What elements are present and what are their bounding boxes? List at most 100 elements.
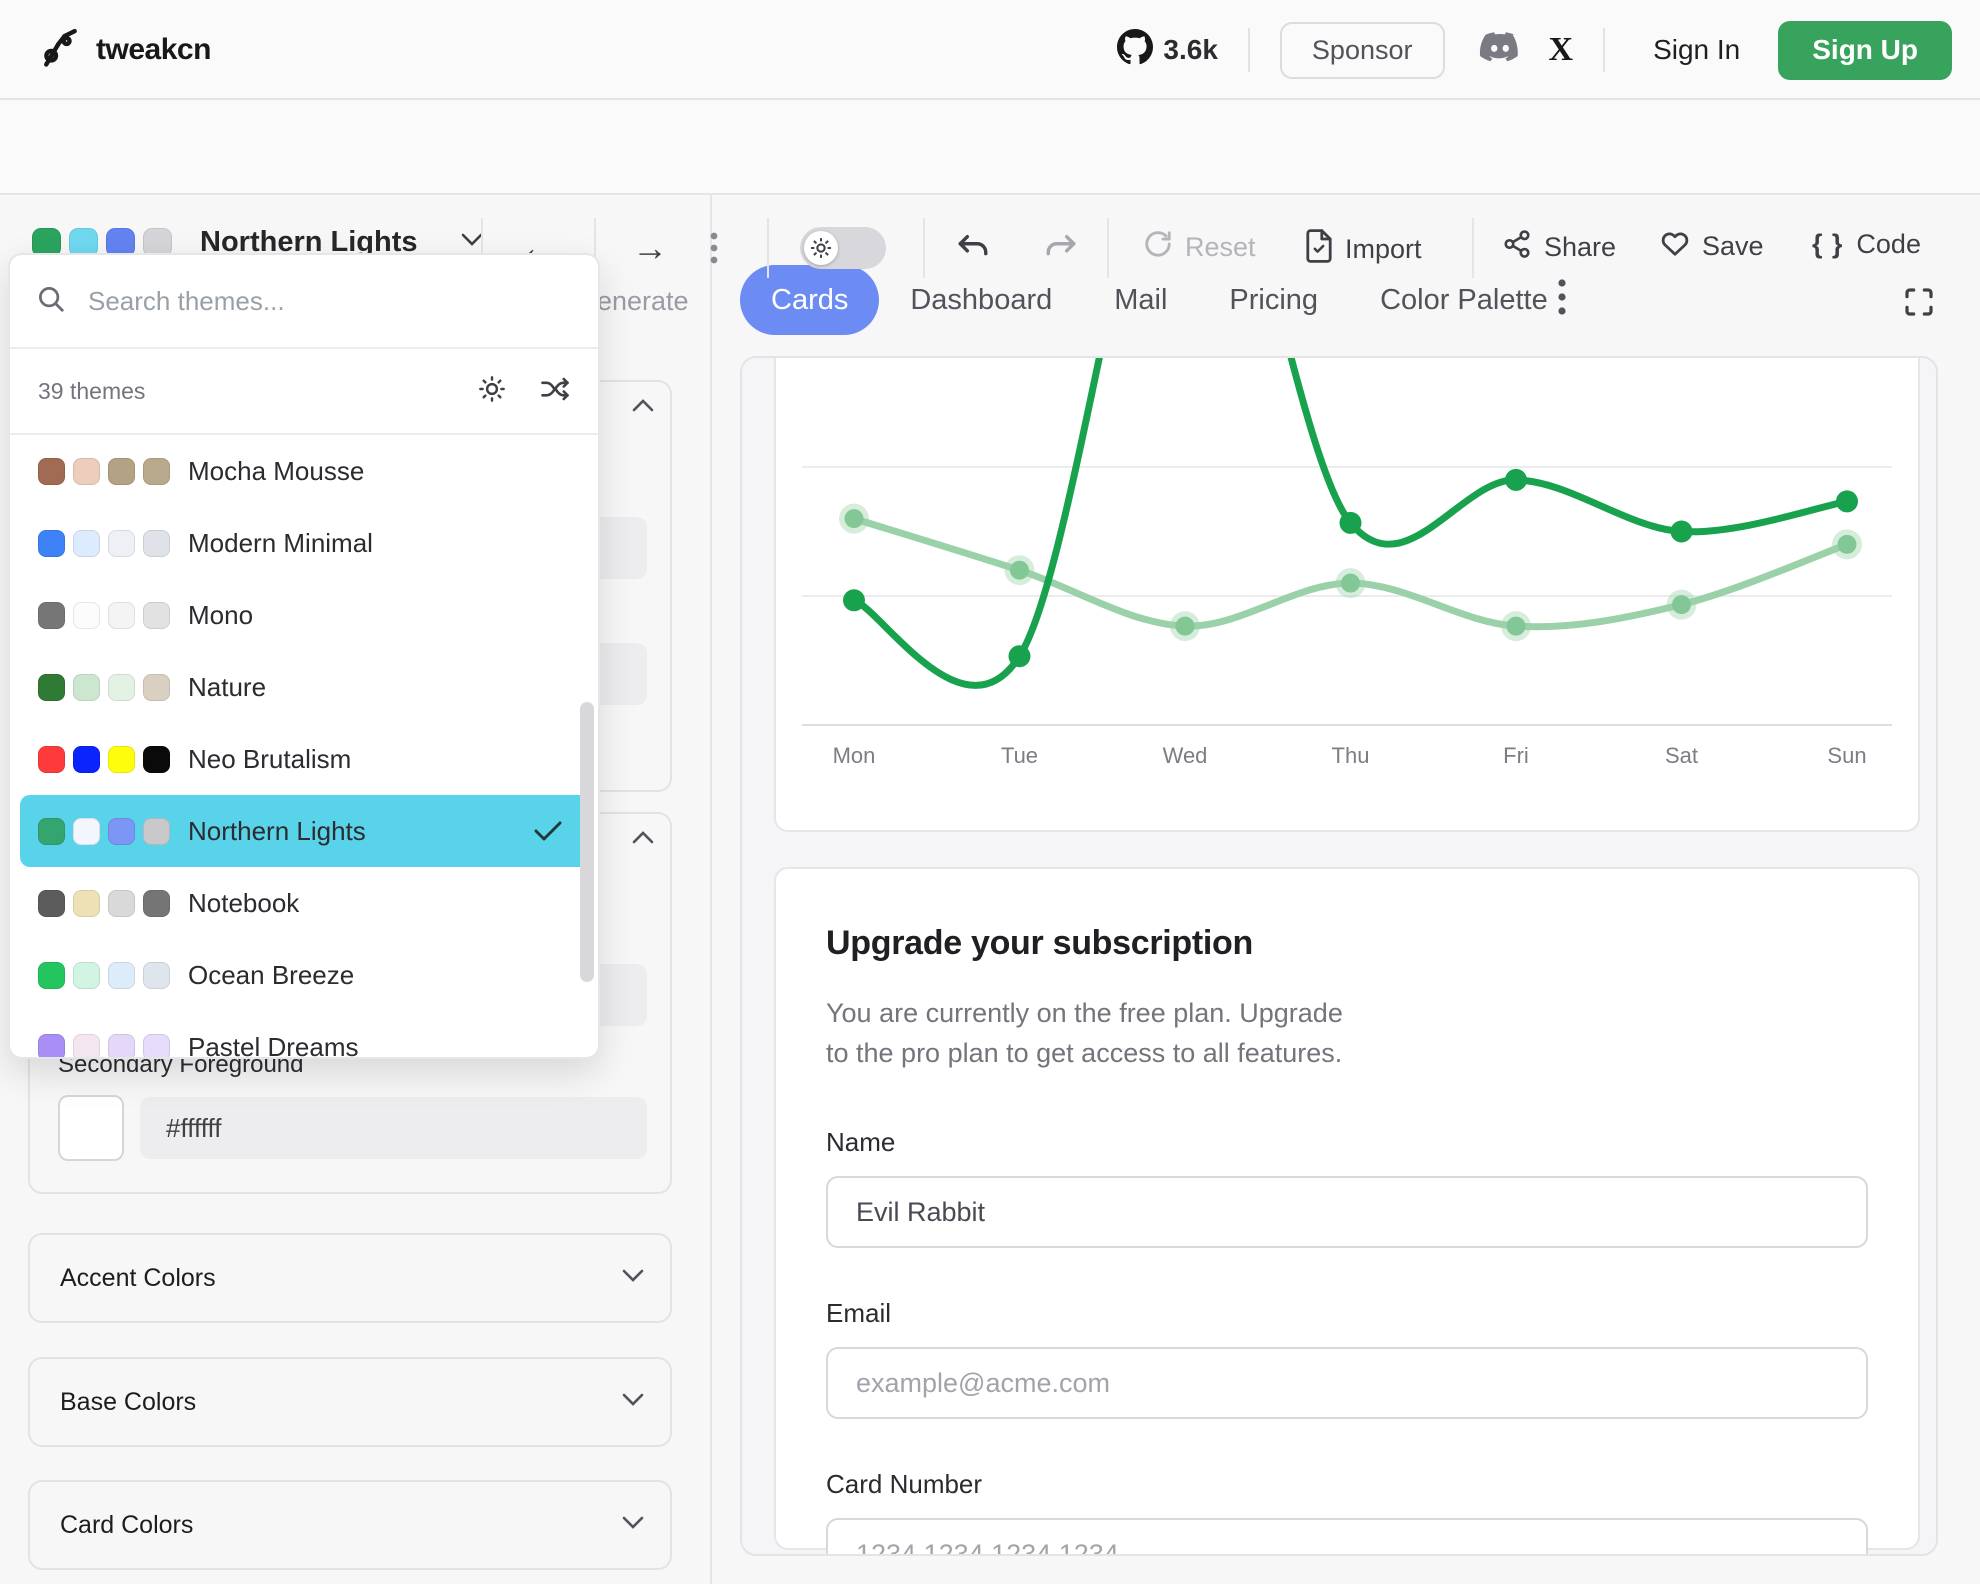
import-file-icon: [1305, 229, 1333, 270]
tab-dashboard[interactable]: Dashboard: [879, 284, 1083, 317]
header-actions: 3.6k Sponsor X Sign In Sign Up: [1117, 0, 1952, 100]
discord-icon: [1479, 32, 1521, 69]
email-label: Email: [826, 1298, 1868, 1329]
brand[interactable]: tweakcn: [38, 28, 211, 72]
x-axis-tick: Tue: [975, 743, 1065, 769]
subscription-title: Upgrade your subscription: [826, 924, 1868, 963]
theme-swatches: [38, 458, 170, 485]
forward-arrow-button[interactable]: →: [630, 226, 670, 270]
theme-option[interactable]: Modern Minimal: [20, 507, 592, 579]
reset-button[interactable]: Reset: [1143, 229, 1256, 266]
theme-swatches: [38, 962, 170, 989]
theme-option[interactable]: Pastel Dreams: [20, 1011, 592, 1059]
share-icon: [1502, 229, 1532, 266]
import-button[interactable]: Import: [1305, 229, 1422, 270]
subscription-card: Upgrade your subscription You are curren…: [774, 867, 1920, 1550]
chevron-down-icon: [460, 232, 484, 253]
chevron-down-icon: [622, 1393, 644, 1412]
name-label: Name: [826, 1127, 1868, 1158]
accent-colors-section[interactable]: Accent Colors: [28, 1233, 672, 1323]
x-axis-tick: Wed: [1140, 743, 1230, 769]
share-button[interactable]: Share: [1502, 229, 1616, 266]
card-colors-section[interactable]: Card Colors: [28, 1480, 672, 1570]
undo-button[interactable]: [952, 228, 994, 268]
preview-viewport: Mon Tue Wed Thu Fri Sat Sun Upgrade your subsc…: [740, 356, 1938, 1556]
drag-handle-icon[interactable]: [706, 230, 722, 266]
light-mode-filter-icon[interactable]: [478, 375, 506, 408]
chevron-down-icon: [622, 1269, 644, 1288]
tweakcn-logo-icon: [38, 26, 82, 75]
theme-swatches: [38, 890, 170, 917]
more-tabs-kebab-icon[interactable]: [1557, 277, 1567, 322]
x-axis-tick: Mon: [809, 743, 899, 769]
secondary-foreground-input[interactable]: [140, 1097, 647, 1159]
theme-list: Mocha Mousse Modern Minimal Mono Nature …: [10, 435, 598, 1059]
shuffle-icon[interactable]: [540, 376, 570, 407]
theme-swatches: [38, 746, 170, 773]
editor-toolbar: Northern Lights ← →: [0, 100, 1980, 195]
fullscreen-icon[interactable]: [1903, 286, 1935, 323]
theme-swatches: [38, 674, 170, 701]
preview-tabs: Cards Dashboard Mail Pricing Color Palet…: [740, 265, 1579, 335]
base-colors-section[interactable]: Base Colors: [28, 1357, 672, 1447]
header-divider-2: [1603, 28, 1605, 72]
tab-cards[interactable]: Cards: [740, 265, 879, 335]
x-axis-tick: Fri: [1471, 743, 1561, 769]
theme-option[interactable]: Nature: [20, 651, 592, 723]
header-divider: [1248, 28, 1250, 72]
theme-search-input[interactable]: [88, 286, 508, 317]
x-twitter-icon: X: [1549, 31, 1574, 69]
theme-option[interactable]: Mocha Mousse: [20, 435, 592, 507]
save-button[interactable]: Save: [1660, 229, 1764, 264]
theme-swatches: [38, 602, 170, 629]
heart-icon: [1660, 229, 1690, 264]
github-icon: [1117, 29, 1153, 72]
sponsor-button[interactable]: Sponsor: [1280, 22, 1445, 79]
sign-up-button[interactable]: Sign Up: [1778, 21, 1952, 80]
subscription-description: You are currently on the free plan. Upgr…: [826, 993, 1546, 1073]
theme-swatches: [38, 1034, 170, 1060]
check-icon: [534, 821, 562, 846]
theme-option[interactable]: Notebook: [20, 867, 592, 939]
code-braces-icon: { }: [1812, 229, 1844, 260]
github-stars-link[interactable]: 3.6k: [1117, 29, 1218, 72]
chevron-up-icon: [632, 830, 654, 849]
dropdown-scrollbar-thumb[interactable]: [580, 702, 594, 982]
search-icon: [36, 284, 66, 319]
card-number-field[interactable]: [826, 1518, 1868, 1556]
reset-icon: [1143, 229, 1173, 266]
theme-swatches: [38, 530, 170, 557]
light-dark-toggle[interactable]: [800, 227, 886, 269]
sign-in-link[interactable]: Sign In: [1635, 34, 1758, 66]
toolbar-separator: [767, 218, 769, 278]
tab-pricing[interactable]: Pricing: [1198, 284, 1349, 317]
theme-search-row: [10, 255, 598, 349]
theme-option[interactable]: Neo Brutalism: [20, 723, 592, 795]
toolbar-separator: [1107, 218, 1109, 278]
discord-link[interactable]: [1479, 32, 1521, 69]
theme-swatches: [38, 818, 170, 845]
theme-option[interactable]: Ocean Breeze: [20, 939, 592, 1011]
x-axis-tick: Sun: [1802, 743, 1892, 769]
code-button[interactable]: { } Code: [1812, 229, 1921, 260]
theme-option-selected[interactable]: Northern Lights: [20, 795, 592, 867]
x-twitter-link[interactable]: X: [1549, 31, 1574, 69]
sun-icon: [804, 231, 838, 265]
tweakcn-app: tweakcn 3.6k Sponsor X Sign In Sign Up: [0, 0, 1980, 1584]
tab-color-palette[interactable]: Color Palette: [1349, 284, 1579, 317]
redo-button[interactable]: [1040, 228, 1082, 268]
github-star-count: 3.6k: [1163, 34, 1218, 66]
chevron-down-icon: [622, 1516, 644, 1535]
theme-count-row: 39 themes: [10, 349, 598, 435]
x-axis-tick: Thu: [1306, 743, 1396, 769]
x-axis-tick: Sat: [1637, 743, 1727, 769]
theme-option[interactable]: Mono: [20, 579, 592, 651]
toolbar-separator: [1472, 218, 1474, 278]
tab-mail[interactable]: Mail: [1083, 284, 1198, 317]
name-field[interactable]: [826, 1176, 1868, 1248]
email-field[interactable]: [826, 1347, 1868, 1419]
top-header: tweakcn 3.6k Sponsor X Sign In Sign Up: [0, 0, 1980, 100]
preview-panel: Cards Dashboard Mail Pricing Color Palet…: [714, 195, 1980, 1584]
secondary-foreground-swatch[interactable]: [58, 1095, 124, 1161]
toolbar-separator: [923, 218, 925, 278]
